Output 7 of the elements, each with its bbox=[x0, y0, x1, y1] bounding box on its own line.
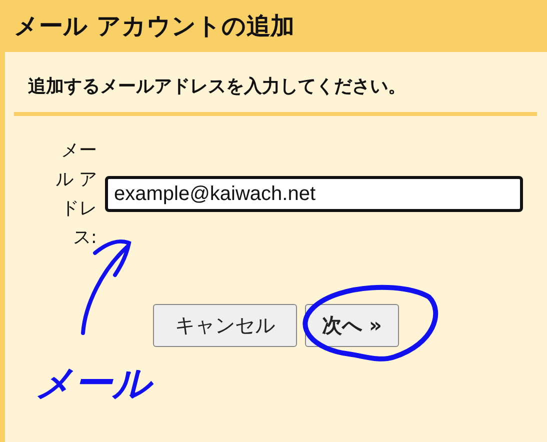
window-title: メール アカウントの追加 bbox=[14, 11, 294, 42]
email-input-field[interactable]: example@kaiwach.net bbox=[105, 176, 523, 212]
email-label: メール アドレス: bbox=[54, 139, 97, 250]
cancel-button[interactable]: キャンセル bbox=[153, 304, 297, 347]
instruction-text: 追加するメールアドレスを入力してください。 bbox=[27, 75, 407, 98]
handwritten-note: メール bbox=[35, 358, 151, 409]
next-button[interactable]: 次へ » bbox=[305, 304, 399, 347]
